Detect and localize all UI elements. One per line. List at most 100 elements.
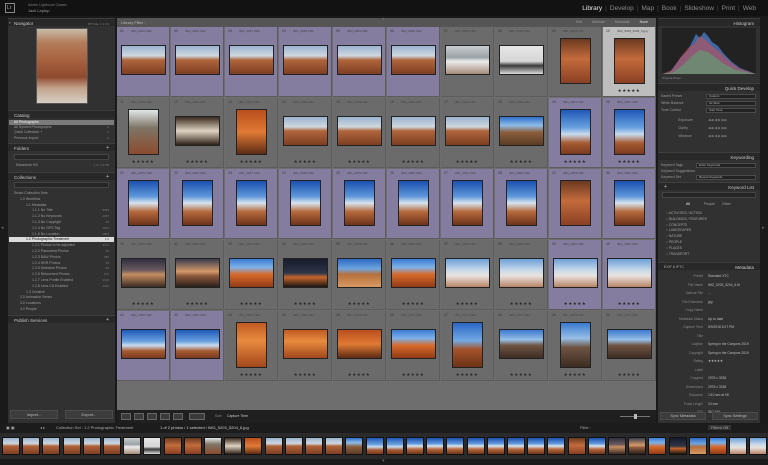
navigator-zoom[interactable]: FIT FILL 1:1 3:1: [88, 22, 109, 26]
sort-select[interactable]: Capture Time: [227, 414, 248, 418]
filmstrip-thumbnail[interactable]: [466, 437, 485, 455]
metadata-value[interactable]: 24 mm: [708, 402, 718, 406]
photo-thumbnail[interactable]: [229, 45, 274, 75]
filmstrip-thumbnail[interactable]: [567, 437, 586, 455]
grid-cell[interactable]: 03 IMG_2027.CR2: [225, 27, 278, 97]
catalog-item[interactable]: Quick Collection +: [14, 130, 42, 134]
filmstrip-thumbnail[interactable]: [628, 437, 647, 455]
photo-thumbnail[interactable]: [290, 180, 321, 226]
folders-header[interactable]: Folders +: [8, 143, 115, 151]
photo-thumbnail[interactable]: [175, 329, 220, 359]
filmstrip-thumbnail[interactable]: [486, 437, 505, 455]
grid-cell[interactable]: 28 IMG_2052.CR2: [495, 169, 548, 239]
keywording-select[interactable]: Enter Keywords: [696, 162, 756, 168]
keyword-item[interactable]: BUILDINGS / FEATURES: [666, 217, 707, 221]
star-rating[interactable]: ★★★★★: [171, 159, 223, 165]
photo-thumbnail[interactable]: [283, 116, 328, 146]
metadata-value[interactable]: ★★★★★: [708, 359, 723, 363]
grid-cell[interactable]: 18 IMG_2042.CR2 ★★★★★: [495, 98, 548, 168]
filmstrip-thumbnail[interactable]: [123, 437, 142, 455]
keyword-item[interactable]: ACTIVITIES / ACTION: [666, 211, 702, 215]
photo-thumbnail[interactable]: [229, 258, 274, 288]
photo-thumbnail[interactable]: [283, 329, 328, 359]
photo-thumbnail[interactable]: [614, 180, 645, 226]
collection-item[interactable]: 1.3 Creative: [26, 290, 45, 294]
module-develop[interactable]: Develop: [610, 5, 634, 12]
metadata-value[interactable]: Spring in the Canyons 2019: [708, 342, 749, 346]
metadata-value[interactable]: jpg: [708, 300, 712, 304]
collection-item[interactable]: 1.0 Workflow: [20, 197, 40, 201]
photo-thumbnail[interactable]: [283, 258, 328, 288]
star-rating[interactable]: ★★★★★: [117, 301, 169, 307]
publish-services-header[interactable]: Publish Services +: [8, 315, 115, 323]
photo-thumbnail[interactable]: [614, 109, 645, 155]
sync-metadata-button[interactable]: Sync Metadata: [660, 412, 706, 420]
star-rating[interactable]: ★★★★★: [603, 372, 655, 378]
collection-item[interactable]: 1.2.5 Selective Photos: [32, 266, 67, 270]
grid-cell[interactable]: 15 IMG_2039.CR2 ★★★★★: [333, 98, 386, 168]
filmstrip-thumbnail[interactable]: [2, 437, 20, 455]
quick-develop-arrows[interactable]: ◀◀ ◀ ▶ ▶▶: [708, 126, 727, 130]
star-rating[interactable]: ★★★★★: [333, 159, 385, 165]
photo-thumbnail[interactable]: [499, 45, 544, 75]
grid-cell[interactable]: 01 IMG_2025.CR2: [117, 27, 170, 97]
grid-cell[interactable]: 10 IMG_5203_5204_6.jpg ★★★★★: [603, 27, 656, 97]
keyword-filter-tab-other[interactable]: Other: [722, 202, 731, 206]
keywording-header[interactable]: Keywording: [658, 152, 760, 160]
loupe-view-button[interactable]: [134, 413, 144, 420]
filmstrip-thumbnail[interactable]: [527, 437, 546, 455]
star-rating[interactable]: ★★★★★: [333, 372, 385, 378]
grid-cell[interactable]: 19 IMG_2043.CR2 ★★★★★: [549, 98, 602, 168]
filmstrip-source[interactable]: Collection Set : 1.2 Photographic Treatm…: [56, 425, 133, 430]
grid-cell[interactable]: 04 IMG_2028.CR2: [279, 27, 332, 97]
filmstrip-thumbnail[interactable]: [426, 437, 445, 455]
star-rating[interactable]: ★★★★★: [279, 372, 331, 378]
catalog-item[interactable]: Previous Import: [14, 136, 39, 140]
star-rating[interactable]: ★★★★★: [279, 301, 331, 307]
star-rating[interactable]: ★★★★★: [495, 301, 547, 307]
keyword-item[interactable]: PEOPLE: [666, 240, 682, 244]
filmstrip-thumbnail[interactable]: [709, 437, 727, 455]
grid-cell[interactable]: 47 IMG_2071.CR2 ★★★★★: [441, 311, 494, 381]
grid-cell[interactable]: 20 IMG_2044.CR2 ★★★★★: [603, 98, 656, 168]
photo-thumbnail[interactable]: [337, 329, 382, 359]
filmstrip-thumbnail[interactable]: [345, 437, 364, 455]
grid-cell[interactable]: 13 IMG_2037.CR2 ★★★★★: [225, 98, 278, 168]
filmstrip-filter-select[interactable]: Filters Off: [708, 425, 732, 430]
grid-cell[interactable]: 23 IMG_2047.CR2: [225, 169, 278, 239]
photo-thumbnail[interactable]: [445, 258, 490, 288]
filmstrip-thumbnail[interactable]: [446, 437, 465, 455]
sync-settings-button[interactable]: Sync Settings: [712, 412, 758, 420]
star-rating[interactable]: ★★★★★: [441, 301, 493, 307]
photo-thumbnail[interactable]: [391, 329, 436, 359]
filter-tab-none[interactable]: None: [640, 20, 648, 24]
filmstrip-thumbnail[interactable]: [62, 437, 81, 455]
photo-thumbnail[interactable]: [175, 45, 220, 75]
collection-item[interactable]: 1.1.1 No Title: [32, 208, 53, 212]
grid-cell[interactable]: 25 IMG_2049.CR2: [333, 169, 386, 239]
photo-thumbnail[interactable]: [607, 258, 652, 288]
compare-view-button[interactable]: [147, 413, 157, 420]
quick-develop-arrows[interactable]: ◀◀ ◀ ▶ ▶▶: [708, 118, 727, 122]
collection-item[interactable]: 1.2.7 Lens Profile Enabled: [32, 278, 73, 282]
collection-item[interactable]: 1.1.2 No Keywords: [32, 214, 62, 218]
photo-thumbnail[interactable]: [344, 180, 375, 226]
photo-thumbnail[interactable]: [175, 258, 220, 288]
bottom-panel-toggle-icon[interactable]: ▾: [382, 458, 385, 464]
photo-thumbnail[interactable]: [560, 180, 591, 226]
filmstrip-thumbnail[interactable]: [608, 437, 626, 455]
star-rating[interactable]: ★★★★★: [495, 159, 547, 165]
star-rating[interactable]: ★★★★★: [225, 372, 277, 378]
keyword-filter-tab-people[interactable]: People: [704, 202, 715, 206]
collections-search[interactable]: [14, 182, 109, 188]
filmstrip-thumbnail[interactable]: [749, 437, 768, 455]
collection-item[interactable]: 1.1.5 No Location: [32, 232, 59, 236]
metadata-header[interactable]: EXIF & IPTC Metadata: [658, 262, 760, 270]
filmstrip-thumbnail[interactable]: [264, 437, 283, 455]
photo-thumbnail[interactable]: [283, 45, 328, 75]
grid-cell[interactable]: 17 IMG_2041.CR2 ★★★★★: [441, 98, 494, 168]
photo-thumbnail[interactable]: [337, 258, 382, 288]
filmstrip-thumbnail[interactable]: [729, 437, 748, 455]
photo-thumbnail[interactable]: [337, 116, 382, 146]
photo-thumbnail[interactable]: [506, 180, 537, 226]
